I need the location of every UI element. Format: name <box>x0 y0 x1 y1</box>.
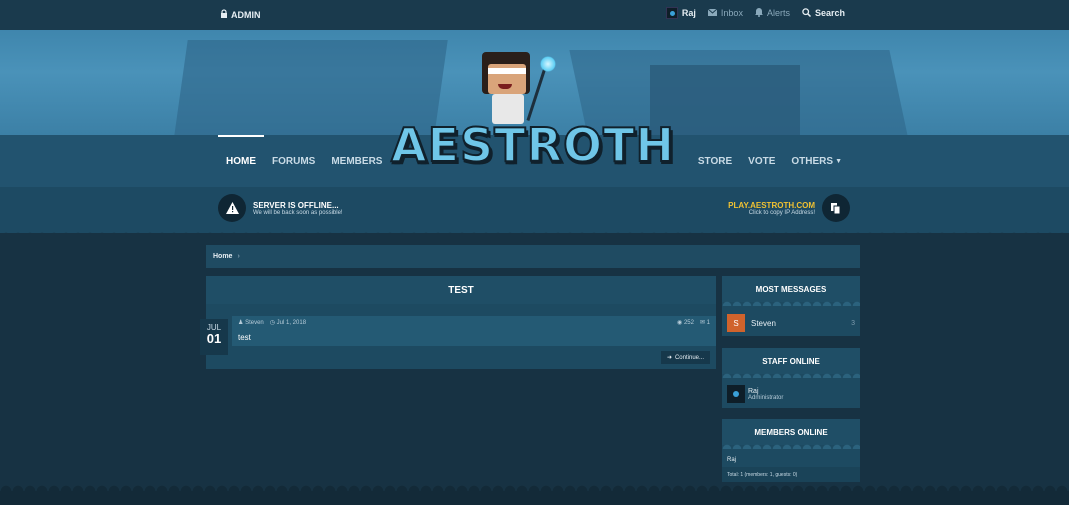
user-icon: ♟ <box>238 320 244 326</box>
server-ip-address[interactable]: PLAY.AESTROTH.COM <box>728 201 815 210</box>
avatar[interactable] <box>727 385 745 403</box>
caret-down-icon: ▼ <box>835 157 842 165</box>
warning-icon <box>218 194 246 222</box>
list-item[interactable]: S Steven 3 <box>727 314 855 332</box>
eye-icon: ◉ <box>677 320 683 326</box>
server-status-subtitle: We will be back soon as possible! <box>253 209 343 216</box>
staff-name[interactable]: Raj <box>748 388 783 395</box>
search-link[interactable]: Search <box>802 7 845 19</box>
admin-link[interactable]: ADMIN <box>220 9 261 20</box>
nav-store[interactable]: STORE <box>690 135 740 187</box>
nav-home[interactable]: HOME <box>218 135 264 187</box>
bell-icon <box>754 7 763 19</box>
date-badge: JUL 01 <box>200 319 228 355</box>
inbox-label: Inbox <box>720 8 743 18</box>
footer-wave <box>0 485 1069 505</box>
most-messages-title: MOST MESSAGES <box>722 276 860 306</box>
search-label: Search <box>814 8 845 18</box>
server-status: SERVER IS OFFLINE... We will be back soo… <box>218 194 343 222</box>
copy-icon[interactable] <box>822 194 850 222</box>
thread-body: test <box>238 333 251 342</box>
server-ip-hint: Click to copy IP Address! <box>748 209 815 216</box>
wave-divider-top <box>0 26 1069 34</box>
list-item[interactable]: Raj Administrator <box>727 384 783 404</box>
thread-replies: ✉ 1 <box>699 320 710 326</box>
message-count: 3 <box>851 319 855 327</box>
user-avatar <box>665 7 678 19</box>
inbox-link[interactable]: Inbox <box>707 8 743 18</box>
clock-icon: ◷ <box>269 320 275 326</box>
online-member-name[interactable]: Raj <box>727 457 736 463</box>
thread-block-title: TEST <box>206 276 716 304</box>
wave-divider-bottom <box>0 228 1069 238</box>
server-status-title: SERVER IS OFFLINE... <box>253 200 339 210</box>
thread-block: TEST JUL 01 ♟ Steven ◷ Jul 1, 2018 ◉ 252… <box>200 276 716 369</box>
breadcrumb: Home › <box>206 245 860 268</box>
avatar[interactable]: S <box>727 314 745 332</box>
member-name[interactable]: Steven <box>751 319 776 328</box>
chevron-right-icon: › <box>237 253 240 260</box>
alerts-link[interactable]: Alerts <box>754 7 790 19</box>
nav-vote[interactable]: VOTE <box>740 135 783 187</box>
alerts-label: Alerts <box>766 8 790 18</box>
site-logo[interactable]: AESTROTH <box>390 52 675 182</box>
server-status-bar <box>0 187 1069 233</box>
user-name: Raj <box>681 8 696 18</box>
nav-forums[interactable]: FORUMS <box>264 135 323 187</box>
members-online-title: MEMBERS ONLINE <box>722 419 860 449</box>
staff-online-widget: STAFF ONLINE Raj Administrator <box>722 348 860 408</box>
search-icon <box>802 7 811 19</box>
sign-in-icon: ➜ <box>666 355 672 361</box>
nav-others-label: OTHERS <box>791 155 834 167</box>
envelope-icon <box>707 8 718 18</box>
logo-wordmark: AESTROTH <box>390 117 675 173</box>
most-messages-widget: MOST MESSAGES S Steven 3 <box>722 276 860 336</box>
staff-online-title: STAFF ONLINE <box>722 348 860 378</box>
continue-button[interactable]: ➜ Continue... <box>660 351 710 364</box>
nav-members[interactable]: MEMBERS <box>323 135 390 187</box>
thread-date: ◷ Jul 1, 2018 <box>269 320 307 326</box>
server-ip[interactable]: PLAY.AESTROTH.COM Click to copy IP Addre… <box>728 194 850 222</box>
lock-icon <box>220 9 228 20</box>
thread-author[interactable]: ♟ Steven <box>238 319 264 326</box>
staff-role: Administrator <box>748 394 784 401</box>
date-day: 01 <box>206 331 222 346</box>
members-online-widget: MEMBERS ONLINE Raj Total: 1 (members: 1,… <box>722 419 860 482</box>
online-total: Total: 1 (members: 1, guests: 0) <box>722 467 860 482</box>
thread-item[interactable]: ♟ Steven ◷ Jul 1, 2018 ◉ 252 ✉ 1 test <box>232 316 716 346</box>
nav-others[interactable]: OTHERS ▼ <box>783 135 850 187</box>
admin-label: ADMIN <box>231 9 261 20</box>
comments-icon: ✉ <box>699 320 705 326</box>
user-menu[interactable]: Raj <box>665 7 696 19</box>
thread-views: ◉ 252 <box>677 320 694 326</box>
breadcrumb-home[interactable]: Home <box>213 253 232 260</box>
